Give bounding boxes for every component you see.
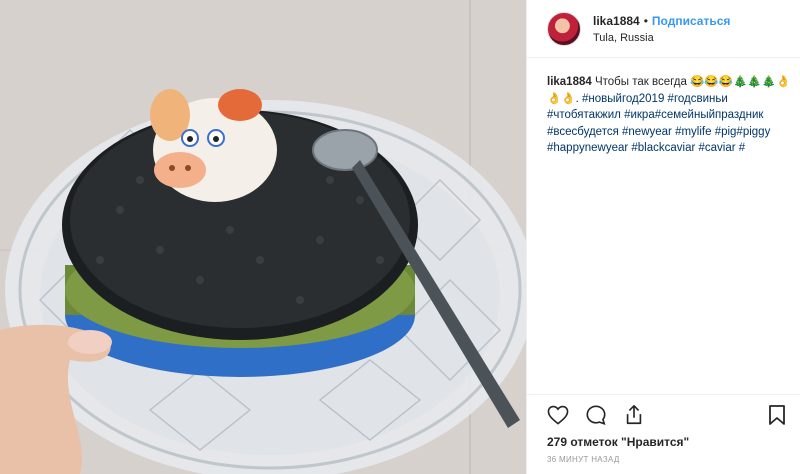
- avatar[interactable]: [547, 11, 581, 46]
- follow-button[interactable]: Подписаться: [652, 14, 730, 28]
- caviar-photo-illustration: [0, 0, 526, 474]
- location-link[interactable]: Tula, Russia: [593, 32, 730, 44]
- username-link[interactable]: lika1884: [593, 14, 640, 28]
- header-text: lika1884 • Подписаться Tula, Russia: [593, 14, 730, 44]
- bookmark-icon[interactable]: [765, 403, 789, 427]
- post-actions: 279 отметок "Нравится" 36 минут назад: [527, 394, 800, 474]
- header-top-row: lika1884 • Подписаться: [593, 14, 730, 28]
- comment-icon[interactable]: [581, 403, 611, 427]
- post-details-panel: lika1884 • Подписаться Tula, Russia lika…: [526, 0, 800, 474]
- likes-count[interactable]: 279 отметок "Нравится": [547, 435, 689, 449]
- post-header: lika1884 • Подписаться Tula, Russia: [527, 0, 800, 58]
- heart-icon[interactable]: [543, 403, 573, 427]
- share-icon[interactable]: [619, 403, 649, 427]
- action-icon-row: [543, 403, 657, 427]
- post-photo[interactable]: [0, 0, 526, 474]
- caption-username[interactable]: lika1884: [547, 76, 592, 88]
- separator-dot: •: [643, 13, 648, 28]
- post-caption: lika1884 Чтобы так всегда 😂😂😂🎄🎄🎄👌👌👌. #но…: [547, 74, 795, 157]
- post-timestamp[interactable]: 36 минут назад: [547, 455, 620, 464]
